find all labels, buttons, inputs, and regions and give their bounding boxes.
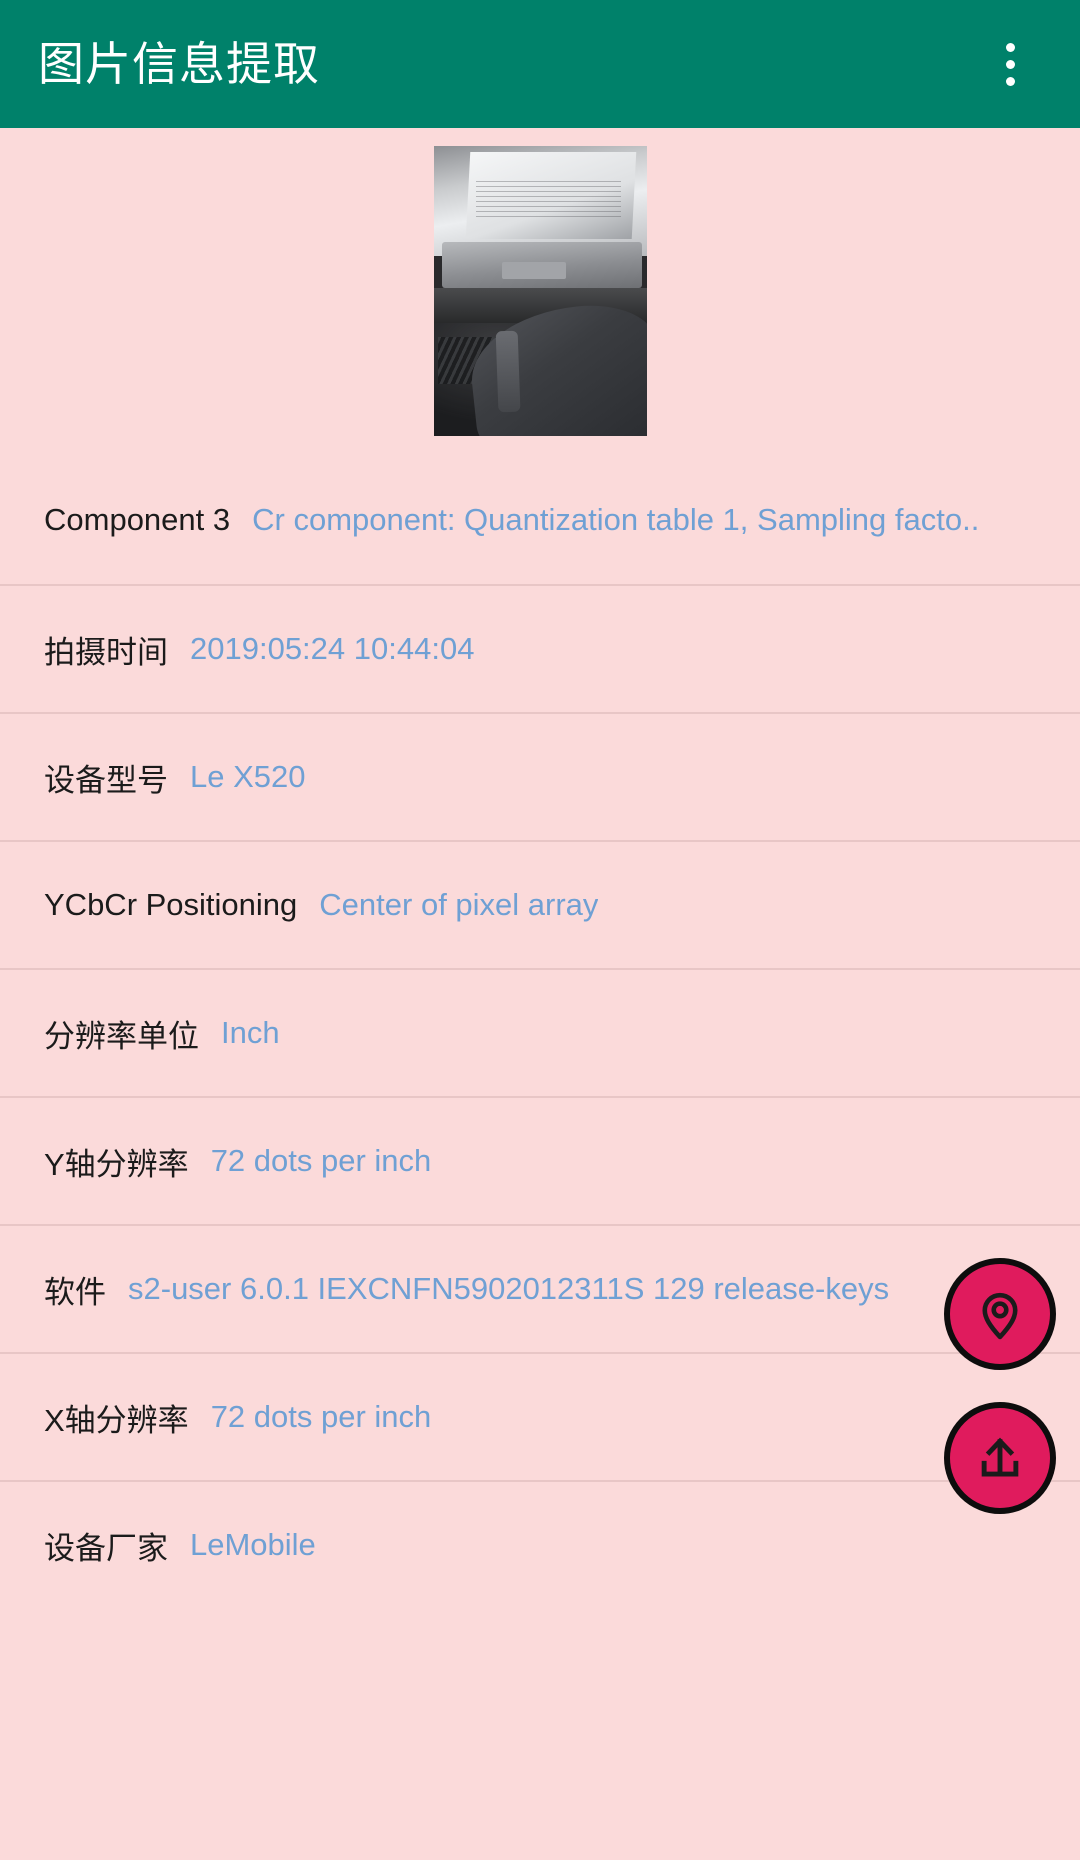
app-bar: 图片信息提取 — [0, 0, 1080, 128]
image-preview-thumbnail[interactable] — [433, 146, 647, 436]
table-row[interactable]: 分辨率单位 Inch — [0, 968, 1080, 1096]
image-preview-wrap — [0, 128, 1080, 436]
table-row[interactable]: 设备厂家 LeMobile — [0, 1480, 1080, 1608]
table-row[interactable]: Component 3 Cr component: Quantization t… — [0, 456, 1080, 584]
share-upload-icon — [972, 1430, 1028, 1486]
more-dot-3 — [1005, 76, 1015, 86]
info-key: 设备型号 — [44, 762, 168, 798]
share-fab-button[interactable] — [944, 1402, 1056, 1514]
info-key: 分辨率单位 — [44, 1018, 199, 1054]
info-value: Inch — [221, 1015, 280, 1050]
info-key: Component 3 — [44, 502, 231, 537]
more-vert-icon[interactable] — [974, 28, 1046, 100]
more-dot-2 — [1005, 59, 1015, 69]
info-value: Le X520 — [190, 759, 306, 794]
info-value: 2019:05:24 10:44:04 — [190, 631, 475, 666]
info-key: Y轴分辨率 — [44, 1146, 189, 1182]
more-dot-1 — [1005, 42, 1015, 52]
info-scroll-container[interactable]: Component 3 Cr component: Quantization t… — [0, 128, 1080, 1860]
info-key: 拍摄时间 — [44, 634, 168, 670]
table-row[interactable]: YCbCr Positioning Center of pixel array — [0, 840, 1080, 968]
table-row[interactable]: X轴分辨率 72 dots per inch — [0, 1352, 1080, 1480]
info-key: 软件 — [44, 1274, 106, 1310]
preview-screen-text — [476, 180, 621, 222]
info-value: Cr component: Quantization table 1, Samp… — [252, 502, 980, 537]
info-value: LeMobile — [190, 1527, 316, 1562]
location-fab-button[interactable] — [944, 1258, 1056, 1370]
info-value: s2-user 6.0.1 IEXCNFN5902012311S 129 rel… — [128, 1271, 890, 1306]
preview-laptop-trackpad — [501, 262, 566, 280]
table-row[interactable]: 设备型号 Le X520 — [0, 712, 1080, 840]
info-value: 72 dots per inch — [210, 1143, 432, 1178]
location-pin-icon — [971, 1285, 1029, 1343]
page-title: 图片信息提取 — [38, 38, 320, 90]
table-row[interactable]: 拍摄时间 2019:05:24 10:44:04 — [0, 584, 1080, 712]
info-key: 设备厂家 — [44, 1530, 168, 1566]
info-key: YCbCr Positioning — [44, 887, 298, 922]
exif-info-list: Component 3 Cr component: Quantization t… — [0, 456, 1080, 1608]
table-row[interactable]: 软件 s2-user 6.0.1 IEXCNFN5902012311S 129 … — [0, 1224, 1080, 1352]
info-value: Center of pixel array — [319, 887, 599, 922]
table-row[interactable]: Y轴分辨率 72 dots per inch — [0, 1096, 1080, 1224]
info-key: X轴分辨率 — [44, 1402, 189, 1438]
info-value: 72 dots per inch — [210, 1399, 432, 1434]
